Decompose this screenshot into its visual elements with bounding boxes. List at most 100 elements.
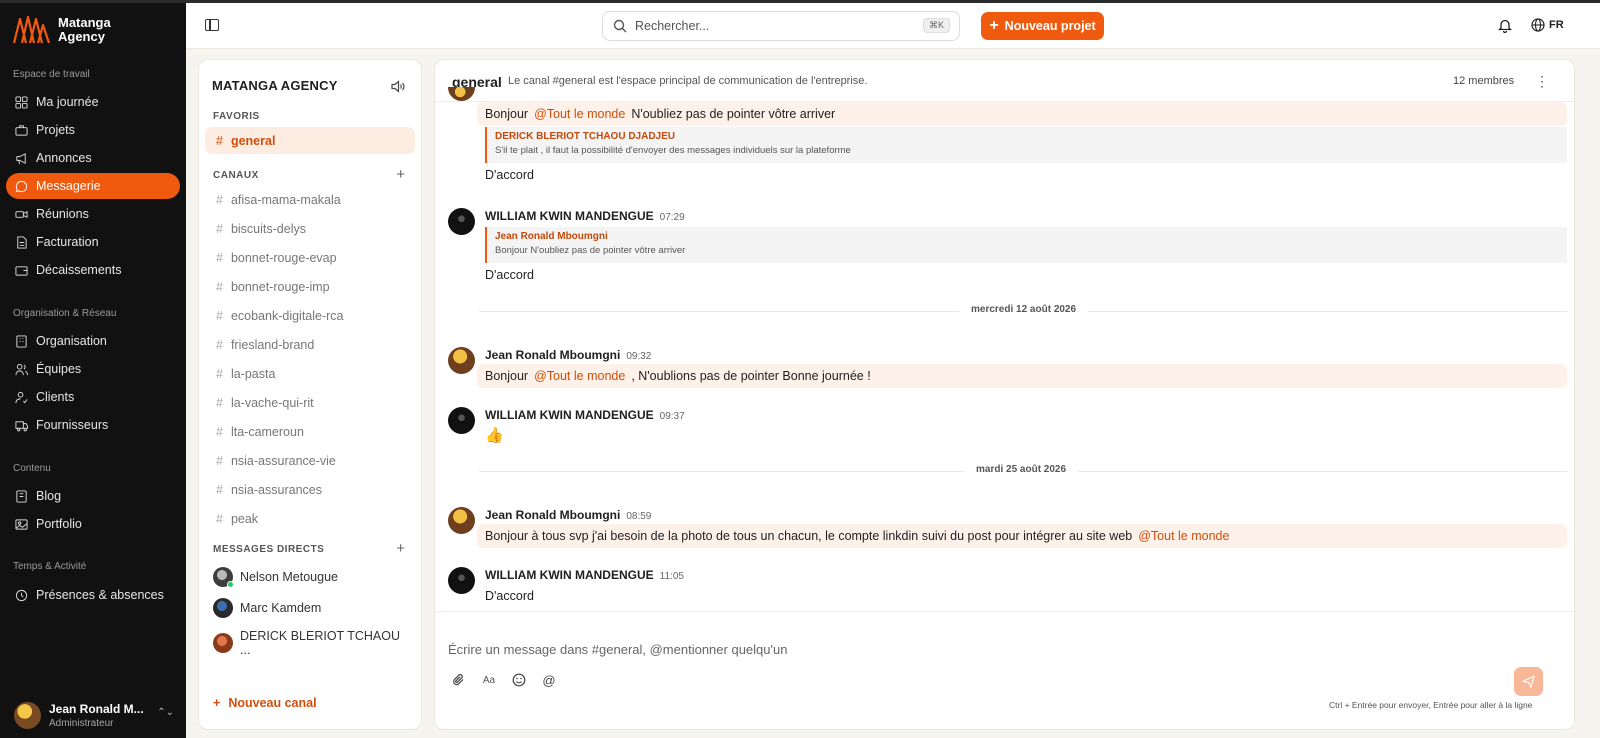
nav-messagerie[interactable]: Messagerie xyxy=(6,173,180,199)
brand-logo[interactable]: Matanga Agency xyxy=(12,15,111,45)
nav-ma-journee[interactable]: Ma journée xyxy=(6,89,180,115)
channel-item[interactable]: # afisa-mama-makala xyxy=(205,186,415,213)
new-channel-label: Nouveau canal xyxy=(228,696,317,710)
add-dm-icon[interactable]: + xyxy=(396,540,405,557)
globe-icon xyxy=(1531,18,1545,32)
nav-label: Blog xyxy=(36,489,62,503)
nav-label: Équipes xyxy=(36,362,82,376)
channel-label: peak xyxy=(230,511,259,526)
brand-line-1: Matanga xyxy=(58,15,111,30)
message-time: 09:37 xyxy=(659,411,685,422)
favorites-title: FAVORIS xyxy=(213,111,260,122)
speaker-icon[interactable] xyxy=(391,80,405,93)
nav-clients[interactable]: Clients xyxy=(6,384,180,410)
building-icon xyxy=(16,334,27,348)
plus-icon: + xyxy=(989,17,999,34)
message-time: 08:59 xyxy=(626,511,652,522)
nav-presences[interactable]: Présences & absences xyxy=(6,582,180,608)
search-input[interactable]: Rechercher... ⌘K xyxy=(602,11,960,41)
channel-item[interactable]: # nsia-assurances xyxy=(205,476,415,503)
nav-decaissements[interactable]: Décaissements xyxy=(6,257,180,283)
channel-item[interactable]: # bonnet-rouge-evap xyxy=(205,244,415,271)
channels-title: CANAUX xyxy=(213,170,259,181)
mention-link[interactable]: @Tout le monde xyxy=(534,369,625,383)
channel-item[interactable]: # lta-cameroun xyxy=(205,418,415,445)
nav-projets[interactable]: Projets xyxy=(6,117,180,143)
author-name: WILLIAM KWIN MANDENGUE xyxy=(485,209,654,223)
current-user-menu[interactable]: Jean Ronald M... Administrateur ⌃⌄ xyxy=(14,699,174,731)
truck-icon xyxy=(15,420,28,431)
smiley-icon[interactable] xyxy=(511,672,527,688)
mention-link[interactable]: @Tout le monde xyxy=(1138,529,1229,543)
message-text: D'accord xyxy=(485,168,534,182)
nav-blog[interactable]: Blog xyxy=(6,483,180,509)
channel-label: ecobank-digitale-rca xyxy=(230,308,344,323)
new-channel-button[interactable]: + Nouveau canal xyxy=(213,696,317,710)
book-icon xyxy=(16,489,27,503)
wallet-icon xyxy=(15,265,28,276)
nav-label: Décaissements xyxy=(36,263,122,277)
nav-label: Annonces xyxy=(36,151,92,165)
more-options-icon[interactable]: ⋮ xyxy=(1535,73,1549,90)
paperclip-icon[interactable] xyxy=(451,672,467,688)
channel-item[interactable]: # bonnet-rouge-imp xyxy=(205,273,415,300)
date-label: mercredi 12 août 2026 xyxy=(959,304,1089,315)
nav-organisation[interactable]: Organisation xyxy=(6,328,180,354)
avatar xyxy=(448,567,475,594)
channel-label: nsia-assurances xyxy=(230,482,322,497)
nav-annonces[interactable]: Annonces xyxy=(6,145,180,171)
language-switcher[interactable]: FR xyxy=(1531,18,1564,32)
direct-messages-title: MESSAGES DIRECTS xyxy=(213,544,325,555)
nav-label: Ma journée xyxy=(36,95,99,109)
brand-line-2: Agency xyxy=(58,29,105,44)
hash-icon: # xyxy=(216,250,223,265)
message-input[interactable]: Écrire un message dans #general, @mentio… xyxy=(448,642,787,657)
channel-item[interactable]: # nsia-assurance-vie xyxy=(205,447,415,474)
sidebar-toggle-icon[interactable] xyxy=(205,19,219,31)
dm-item[interactable]: Marc Kamdem xyxy=(213,598,413,618)
send-icon xyxy=(1522,675,1535,688)
new-project-button[interactable]: + Nouveau projet xyxy=(981,12,1104,40)
date-divider: mardi 25 août 2026 xyxy=(479,464,1567,475)
nav-label: Facturation xyxy=(36,235,99,249)
nav-label: Portfolio xyxy=(36,517,82,531)
format-text-icon[interactable]: Aa xyxy=(481,672,497,688)
quoted-message[interactable]: Jean Ronald Mboumgni Bonjour N'oubliez p… xyxy=(485,227,1567,263)
nav-portfolio[interactable]: Portfolio xyxy=(6,511,180,537)
channel-label: general xyxy=(230,133,276,148)
add-channel-icon[interactable]: + xyxy=(396,166,405,183)
channel-item[interactable]: # peak xyxy=(205,505,415,532)
channel-general[interactable]: # general xyxy=(205,127,415,154)
message-time: 07:29 xyxy=(659,212,685,223)
language-label: FR xyxy=(1549,19,1564,31)
channel-description: Le canal #general est l'espace principal… xyxy=(508,75,868,87)
avatar xyxy=(448,208,475,235)
hash-icon: # xyxy=(216,366,223,381)
bell-icon[interactable] xyxy=(1498,18,1512,33)
dm-item[interactable]: DERICK BLERIOT TCHAOU ... xyxy=(213,629,413,657)
send-button[interactable] xyxy=(1514,667,1543,696)
dm-item[interactable]: Nelson Metougue xyxy=(213,567,413,588)
user-name: Jean Ronald M... xyxy=(49,701,144,716)
channel-item[interactable]: # ecobank-digitale-rca xyxy=(205,302,415,329)
video-icon xyxy=(15,210,28,218)
mention-link[interactable]: @Tout le monde xyxy=(534,107,625,121)
channel-item[interactable]: # friesland-brand xyxy=(205,331,415,358)
avatar xyxy=(448,347,475,374)
quoted-message[interactable]: DERICK BLERIOT TCHAOU DJADJEU S'il te pl… xyxy=(485,127,1567,163)
nav-reunions[interactable]: Réunions xyxy=(6,201,180,227)
quote-text: S'il te plait , il faut la possibilité d… xyxy=(495,145,851,156)
channel-item[interactable]: # la-vache-qui-rit xyxy=(205,389,415,416)
nav-equipes[interactable]: Équipes xyxy=(6,356,180,382)
message-author: Jean Ronald Mboumgni 08:59 xyxy=(485,508,651,522)
nav-fournisseurs[interactable]: Fournisseurs xyxy=(6,412,180,438)
message-author: WILLIAM KWIN MANDENGUE 11:05 xyxy=(485,568,684,582)
channel-item[interactable]: # la-pasta xyxy=(205,360,415,387)
members-count[interactable]: 12 membres xyxy=(1453,75,1514,87)
channel-item[interactable]: # biscuits-delys xyxy=(205,215,415,242)
nav-facturation[interactable]: Facturation xyxy=(6,229,180,255)
quote-author: DERICK BLERIOT TCHAOU DJADJEU xyxy=(495,131,676,142)
mention-icon[interactable]: @ xyxy=(541,672,557,688)
search-icon xyxy=(613,19,627,33)
grid-icon xyxy=(15,95,28,109)
